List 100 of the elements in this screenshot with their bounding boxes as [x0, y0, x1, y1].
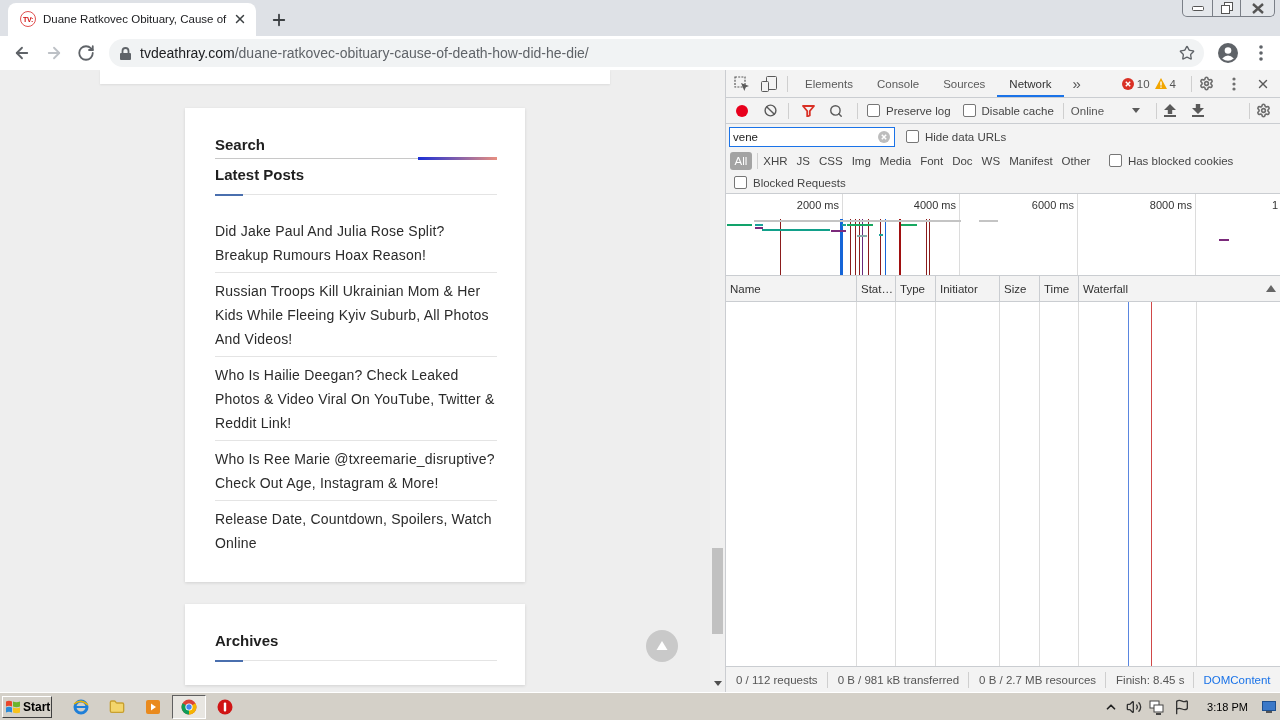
checkbox[interactable] — [1108, 154, 1122, 167]
post-link[interactable]: Release Date, Countdown, Spoilers, Watch Online — [215, 501, 497, 560]
tick-label: 2000 ms — [796, 198, 839, 212]
checkbox[interactable] — [906, 130, 919, 143]
scroll-down-icon[interactable] — [713, 681, 722, 686]
clear-icon[interactable] — [764, 104, 777, 117]
column-header[interactable]: Name — [726, 276, 857, 301]
post-link[interactable]: Russian Troops Kill Ukrainian Mom & Her Kids While Fleeing Kyiv Suburb, All Photos And Videos! — [215, 273, 497, 357]
filter-field[interactable]: vene — [729, 126, 895, 147]
error-icon — [1121, 77, 1134, 90]
widget-title: Archives — [215, 631, 280, 651]
minimize-icon — [1191, 5, 1204, 11]
tick-label: 8000 ms — [1149, 198, 1192, 212]
event-marker-line — [885, 219, 886, 275]
upload-icon[interactable] — [1163, 104, 1176, 117]
clear-input-icon[interactable] — [878, 130, 890, 143]
address-bar[interactable]: tvdeathray.com/duane-ratkovec-obituary-cause-of-death-how-did-he-die/ — [109, 39, 1204, 67]
checkbox-label[interactable]: Disable cache — [981, 104, 1054, 117]
profile-icon[interactable] — [1218, 43, 1238, 63]
close-icon — [1251, 2, 1264, 14]
start-button[interactable]: Start — [2, 695, 52, 718]
post-link[interactable]: Who Is Hailie Deegan? Check Leaked Photos & Video Viral On YouTube, Twitter & Reddit Link! — [215, 357, 497, 441]
type-filter-tab[interactable]: Font — [915, 151, 948, 170]
throttling-select[interactable]: Online — [1068, 100, 1143, 121]
event-marker-line — [926, 219, 927, 275]
column-header[interactable]: Waterfall — [1079, 276, 1280, 301]
event-marker-line — [780, 219, 781, 275]
event-marker-line — [899, 219, 901, 275]
column-header[interactable]: Type — [896, 276, 936, 301]
error-count[interactable]: 10 — [1136, 77, 1150, 90]
caret-icon — [1131, 108, 1140, 113]
warning-count[interactable]: 4 — [1169, 77, 1176, 90]
tick-label: 1 — [1272, 198, 1279, 212]
event-marker-line — [840, 219, 843, 275]
restore-icon — [1220, 2, 1233, 14]
record-icon[interactable] — [736, 104, 748, 117]
checkbox-label[interactable]: Has blocked cookies — [1127, 154, 1234, 167]
post-link[interactable]: Did Jake Paul And Julia Rose Split? Breakup Rumours Hoax Reason! — [215, 213, 497, 273]
settings-icon[interactable] — [1199, 76, 1214, 91]
event-marker-line — [850, 219, 851, 275]
device-toolbar-icon[interactable] — [761, 75, 777, 92]
media-player-icon[interactable] — [145, 698, 161, 715]
column-header[interactable]: Size — [1000, 276, 1040, 301]
filter-icon[interactable] — [802, 104, 815, 117]
type-filter-tab[interactable]: Img — [847, 151, 876, 170]
type-filter-tab[interactable]: XHR — [758, 151, 793, 170]
checkbox-label[interactable]: Preserve log — [886, 104, 951, 117]
ring-icon[interactable] — [217, 698, 233, 715]
status-text: 0 B / 2.7 MB resources — [969, 671, 1107, 688]
clock-time[interactable]: 3:18 PM — [1207, 700, 1248, 713]
event-marker-line — [855, 219, 856, 275]
type-filter-tab[interactable]: JS — [792, 151, 815, 170]
show-desktop-icon[interactable] — [1262, 700, 1276, 713]
settings-icon[interactable] — [1256, 103, 1271, 118]
download-icon[interactable] — [1191, 104, 1204, 117]
search-icon[interactable] — [829, 103, 843, 118]
checkbox-label[interactable]: Blocked Requests — [753, 176, 846, 189]
tick-label: 6000 ms — [1031, 198, 1074, 212]
status-text: 0 / 112 requests — [726, 671, 828, 688]
checkbox-label[interactable]: Hide data URLs — [925, 130, 1007, 143]
tick-label: 4000 ms — [913, 198, 956, 212]
type-filter-tab[interactable]: WS — [977, 151, 1005, 170]
scrollbar-thumb[interactable] — [712, 548, 723, 634]
bookmark-star-icon[interactable] — [1179, 45, 1195, 61]
column-header[interactable]: Stat… — [857, 276, 896, 301]
inspect-element-icon[interactable] — [734, 75, 750, 92]
type-filter-tab[interactable]: CSS — [814, 151, 848, 170]
panel-tab[interactable]: Sources — [931, 70, 998, 97]
post-link[interactable]: Who Is Ree Marie @txreemarie_disruptive? Check Out Age, Instagram & More! — [215, 441, 497, 501]
panel-tab[interactable]: Console — [864, 70, 932, 97]
status-text: 0 B / 981 kB transferred — [827, 671, 970, 688]
tab-title: Duane Ratkovec Obituary, Cause of — [43, 13, 227, 25]
network-icon[interactable] — [1149, 698, 1166, 715]
type-filter-tab[interactable]: Other — [1057, 151, 1095, 170]
speaker-icon[interactable] — [1126, 698, 1143, 715]
flag-icon[interactable] — [1174, 698, 1191, 715]
reload-icon[interactable] — [77, 44, 95, 62]
warning-icon — [1154, 78, 1167, 89]
type-filter-tab[interactable]: Manifest — [1004, 151, 1058, 170]
more-tabs-button[interactable]: » — [1063, 75, 1090, 92]
type-filter-tab[interactable]: Media — [875, 151, 916, 170]
column-header[interactable]: Initiator — [936, 276, 1000, 301]
column-header[interactable]: Time — [1040, 276, 1079, 301]
status-link[interactable]: DOMContent — [1194, 671, 1271, 688]
event-marker-line — [880, 219, 881, 275]
panel-tab[interactable]: Elements — [793, 70, 865, 97]
menu-icon[interactable] — [1259, 45, 1263, 61]
type-filter-tab[interactable]: Doc — [947, 151, 978, 170]
browser-logo-icon[interactable] — [181, 698, 197, 715]
event-marker-line — [929, 219, 930, 275]
more-options-icon[interactable] — [1232, 76, 1236, 91]
event-marker-line — [868, 219, 869, 275]
taskbar-button[interactable] — [172, 694, 206, 719]
flag-logo-icon — [5, 699, 21, 714]
browser-icon[interactable] — [73, 698, 89, 715]
lock-icon — [120, 46, 131, 60]
checkbox[interactable] — [962, 104, 976, 117]
widget-title: Search — [215, 135, 267, 155]
checkbox[interactable] — [734, 176, 747, 189]
checkbox[interactable] — [867, 104, 880, 117]
